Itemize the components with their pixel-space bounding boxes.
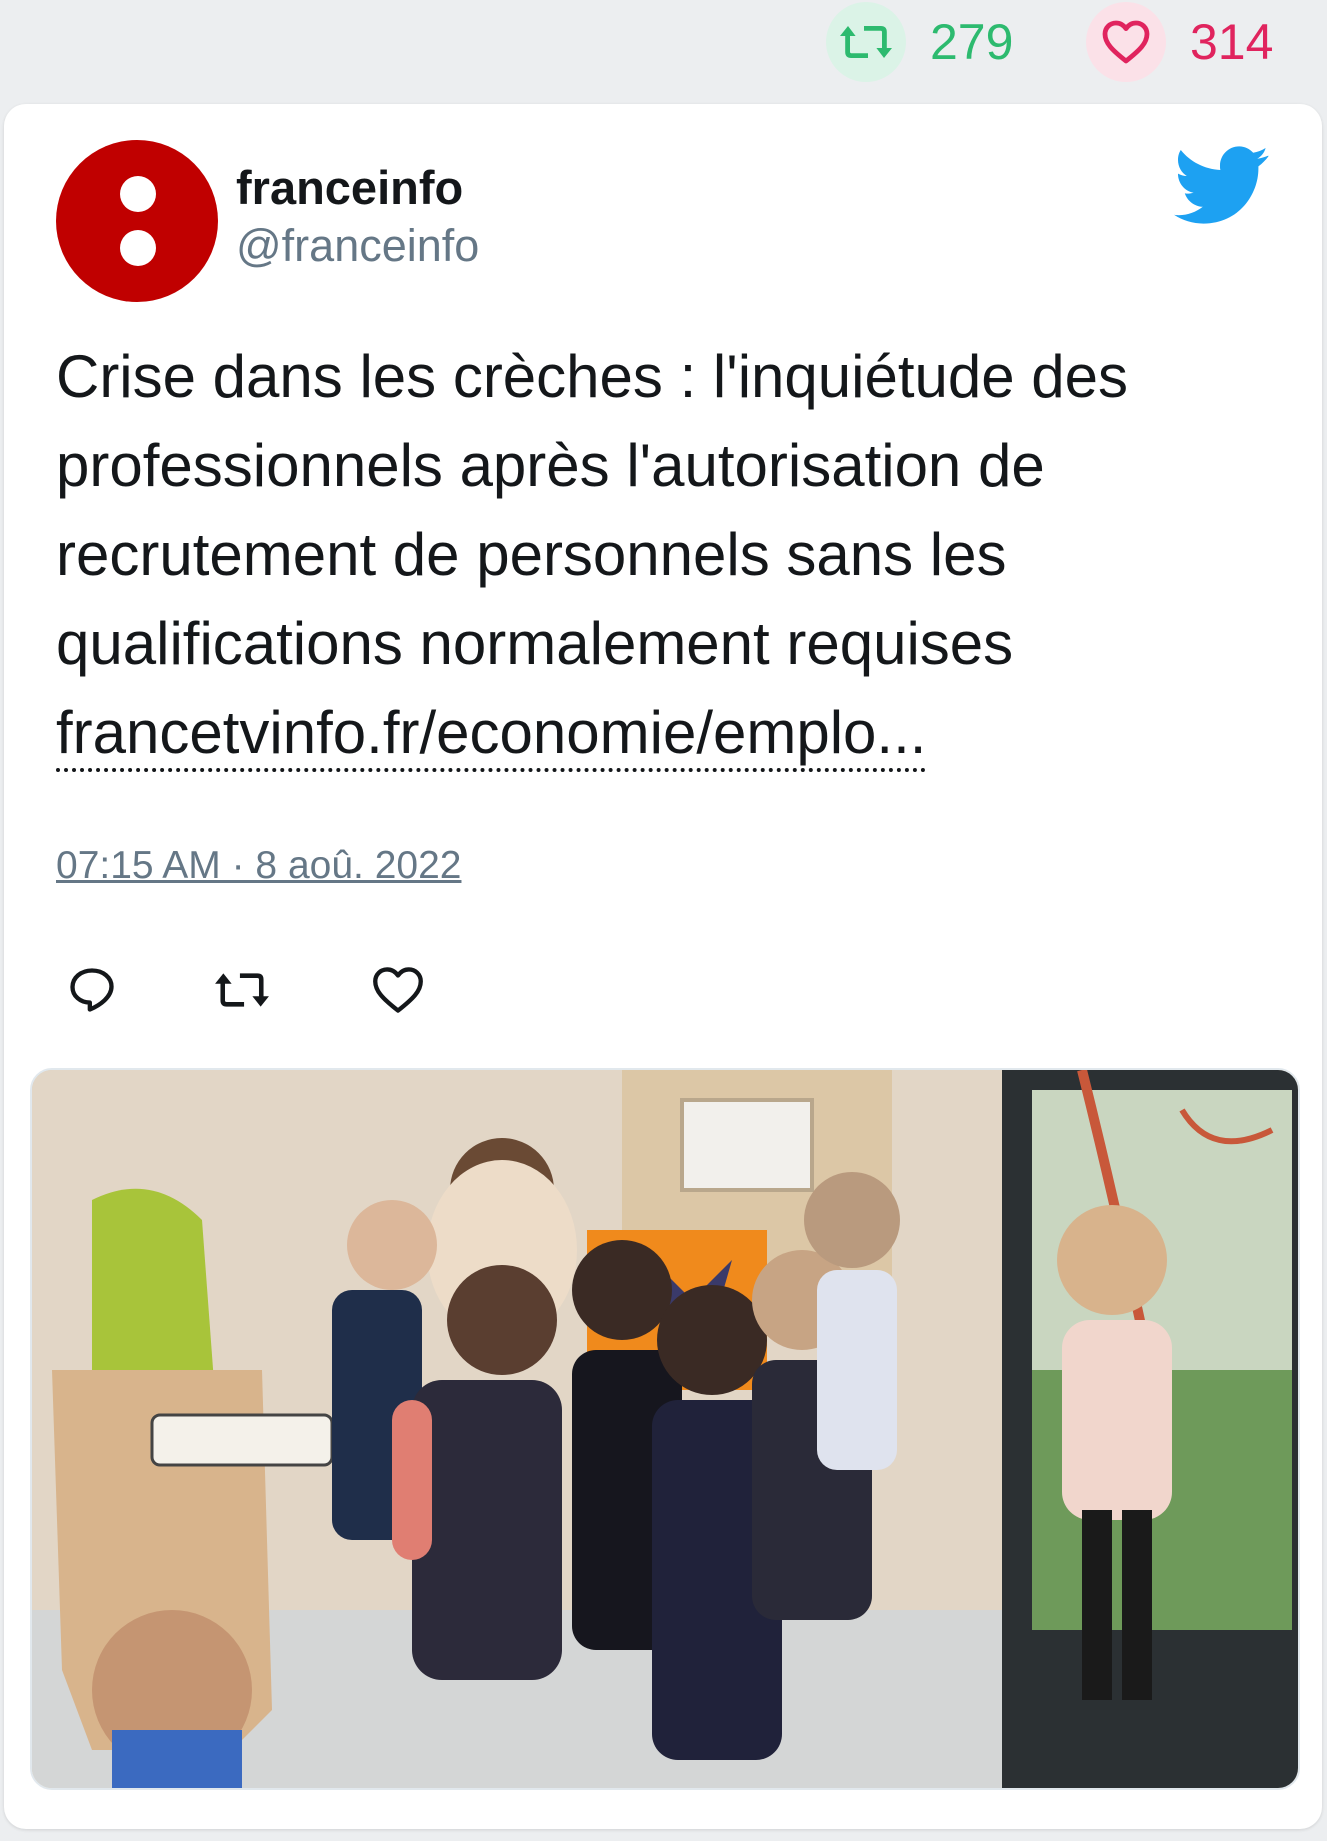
tweet-link[interactable]: francetvinfo.fr/economie/emplo...: [56, 699, 927, 772]
retweet-button[interactable]: [206, 954, 278, 1026]
photo-illustration: [32, 1070, 1298, 1788]
reply-icon: [70, 968, 114, 1012]
retweet-stat[interactable]: 279: [826, 2, 1014, 82]
avatar-dot: [120, 230, 156, 266]
author-display-name[interactable]: franceinfo: [236, 160, 463, 215]
tweet-timestamp[interactable]: 07:15 AM · 8 aoû. 2022: [56, 844, 461, 888]
author-handle[interactable]: @franceinfo: [236, 220, 479, 272]
retweet-count: 279: [930, 14, 1014, 70]
avatar[interactable]: [56, 140, 218, 302]
heart-icon: [373, 967, 423, 1013]
engagement-stats: 279 314: [0, 0, 1327, 100]
avatar-dot: [120, 176, 156, 212]
tweet-card[interactable]: franceinfo @franceinfo Crise dans les cr…: [4, 104, 1322, 1829]
tweet-media-photo[interactable]: [30, 1068, 1300, 1790]
reply-button[interactable]: [56, 954, 128, 1026]
tweet-text: Crise dans les crèches : l'inquiétude de…: [56, 332, 1276, 777]
like-stat[interactable]: 314: [1086, 2, 1274, 82]
like-count: 314: [1190, 14, 1274, 70]
retweet-icon[interactable]: [826, 2, 906, 82]
tweet-body: Crise dans les crèches : l'inquiétude de…: [56, 343, 1129, 677]
heart-icon[interactable]: [1086, 2, 1166, 82]
retweet-icon: [215, 973, 269, 1007]
twitter-bird-icon[interactable]: [1174, 144, 1270, 228]
like-button[interactable]: [362, 954, 434, 1026]
